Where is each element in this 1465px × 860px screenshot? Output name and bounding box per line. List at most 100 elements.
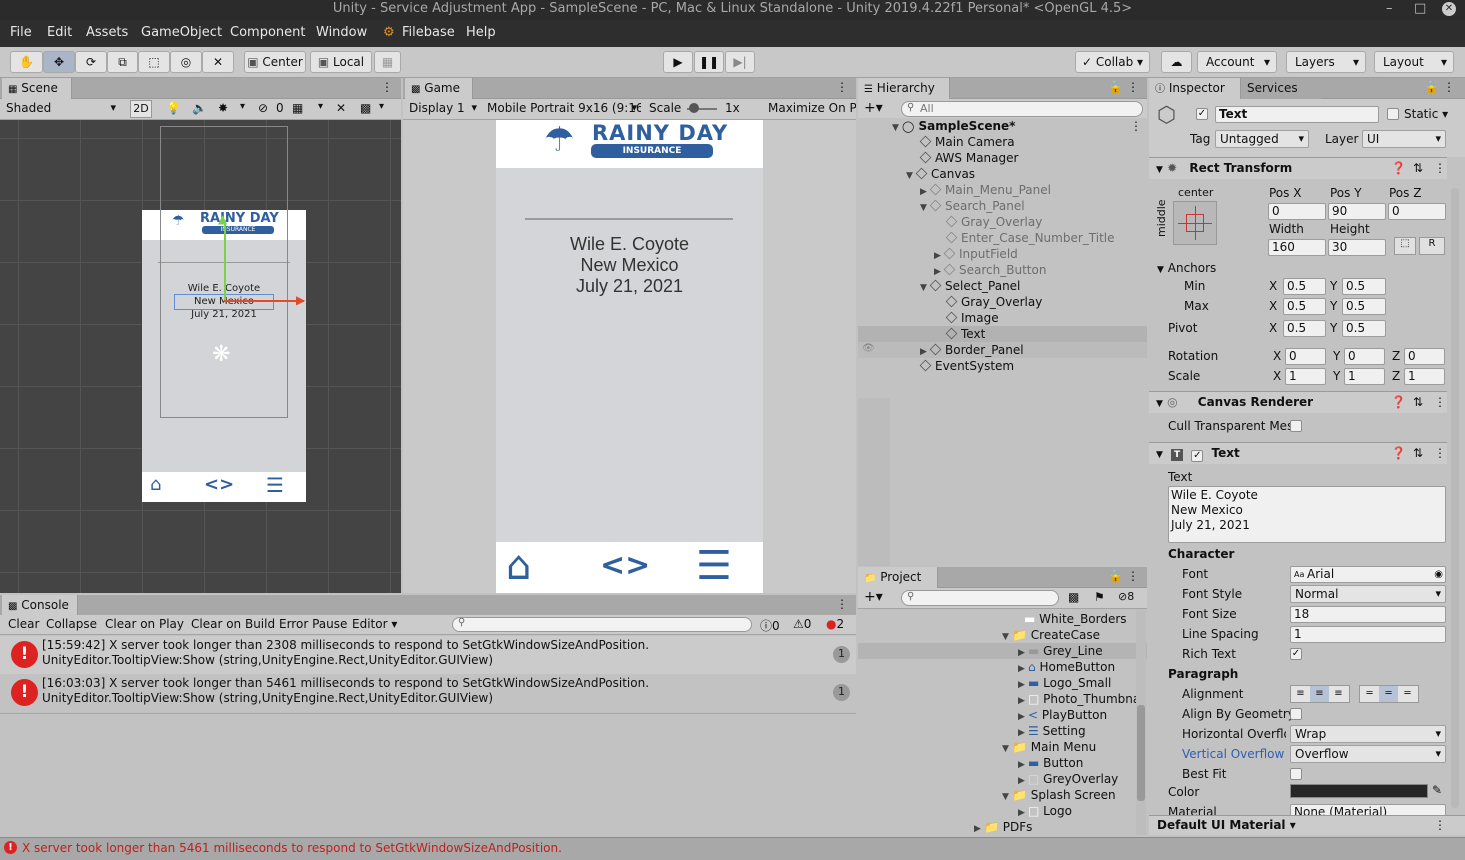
project-item-button[interactable]: ▶ ▬ Button <box>1018 755 1083 771</box>
hand-tool-icon[interactable]: ✋ <box>10 51 43 73</box>
hierarchy-search-input[interactable]: All <box>901 101 1143 117</box>
scale-z-field[interactable]: 1 <box>1404 368 1445 385</box>
custom-tool-icon[interactable]: ✕ <box>202 51 234 73</box>
posx-field[interactable]: 0 <box>1268 203 1326 220</box>
component-menu-icon[interactable]: ⋮ <box>1434 158 1446 179</box>
project-item-logo[interactable]: ▶ □ Logo <box>1018 803 1072 819</box>
maximize-on-play-toggle[interactable]: Maximize On Pl <box>768 101 856 115</box>
rect-tool-icon[interactable]: ⬚ <box>138 51 170 73</box>
grid-icon[interactable]: ▦ <box>292 101 303 115</box>
create-add-icon[interactable]: +▾ <box>864 589 883 605</box>
hierarchy-item-main-menu-panel[interactable]: ▶ Main_Menu_Panel <box>858 182 1147 198</box>
anchor-max-x-field[interactable]: 0.5 <box>1283 298 1326 315</box>
align-bottom-icon[interactable]: ═ <box>1398 686 1417 702</box>
move-arrow-y-icon[interactable]: ▲ <box>218 212 227 226</box>
step-button[interactable]: ▶| <box>725 51 755 73</box>
font-field[interactable]: Aa Arial ◉ <box>1290 566 1446 583</box>
hierarchy-item-canvas[interactable]: ▼ Canvas <box>858 166 1147 182</box>
text-enabled-checkbox[interactable]: ✓ <box>1191 450 1204 462</box>
console-warning-toggle[interactable]: ⚠0 <box>793 617 811 631</box>
scene-viewport[interactable]: ☂ RAINY DAY INSURANCE Wile E. Coyote New… <box>0 120 401 593</box>
object-name-input[interactable]: Text <box>1215 106 1379 123</box>
project-item-photo-thumbnail[interactable]: ▶ □ Photo_Thumbna <box>1018 691 1146 707</box>
account-dropdown[interactable]: Account ▾ <box>1197 51 1277 73</box>
project-item-logo-small[interactable]: ▶ ▬ Logo_Small <box>1018 675 1111 691</box>
code-nav-icon[interactable]: <> <box>600 548 650 584</box>
lighting-icon[interactable]: 💡 <box>166 101 181 115</box>
component-menu-icon[interactable]: ⋮ <box>1434 818 1446 832</box>
component-menu-icon[interactable]: ⋮ <box>1434 443 1446 464</box>
font-style-dropdown[interactable]: Normal <box>1290 585 1446 603</box>
transform-tool-icon[interactable]: ◎ <box>170 51 202 73</box>
height-field[interactable]: 30 <box>1328 239 1386 256</box>
layout-dropdown[interactable]: Layout ▾ <box>1374 51 1454 73</box>
blueprint-mode-icon[interactable]: ⬚ <box>1394 237 1416 255</box>
home-icon[interactable]: ⌂ <box>506 544 531 588</box>
hierarchy-item-enter-case-number-title[interactable]: Enter_Case_Number_Title <box>858 230 1147 246</box>
static-label[interactable]: Static ▾ <box>1404 107 1448 121</box>
active-checkbox[interactable]: ✓ <box>1196 108 1208 120</box>
hierarchy-item-main-camera[interactable]: Main Camera <box>858 134 1147 150</box>
text-content-textarea[interactable]: Wile E. Coyote New Mexico July 21, 2021 <box>1168 486 1446 543</box>
rotation-y-field[interactable]: 0 <box>1344 348 1385 365</box>
camera-icon[interactable]: ▩ <box>360 101 371 115</box>
hierarchy-item-border-panel[interactable]: ▶ Border_Panel <box>858 342 1147 358</box>
best-fit-checkbox[interactable] <box>1290 768 1302 780</box>
scale-slider-handle[interactable] <box>689 103 699 113</box>
vertical-alignment-group[interactable]: ═ ═ ═ <box>1359 685 1419 703</box>
hierarchy-item-gray-overlay-dim[interactable]: Gray_Overlay <box>858 214 1147 230</box>
align-right-icon[interactable]: ≡ <box>1329 686 1348 702</box>
resolution-dropdown[interactable]: Mobile Portrait 9x16 (9:16 <box>483 100 641 118</box>
lock-icon[interactable]: 🔒 <box>1108 80 1123 94</box>
close-button[interactable]: ✕ <box>1442 2 1456 16</box>
project-scrollbar-thumb[interactable] <box>1137 705 1145 801</box>
menu-file[interactable]: File <box>10 25 32 40</box>
hierarchy-item-select-panel[interactable]: ▼ Select_Panel <box>858 278 1147 294</box>
help-icon[interactable]: ❓ <box>1391 392 1406 413</box>
project-search-input[interactable] <box>901 590 1059 606</box>
panel-menu-icon[interactable]: ⋮ <box>381 80 393 94</box>
align-left-icon[interactable]: ≡ <box>1291 686 1310 702</box>
line-spacing-field[interactable]: 1 <box>1290 626 1446 643</box>
rotation-z-field[interactable]: 0 <box>1404 348 1445 365</box>
minimize-button[interactable]: – <box>1386 0 1393 18</box>
maximize-button[interactable]: □ <box>1414 0 1426 18</box>
menu-window[interactable]: Window <box>316 25 367 40</box>
console-collapse-button[interactable]: Collapse <box>46 617 97 631</box>
hierarchy-item-text[interactable]: Text <box>858 326 1147 342</box>
hierarchy-item-search-button[interactable]: ▶ Search_Button <box>858 262 1147 278</box>
object-picker-icon[interactable]: ◉ <box>1434 567 1443 582</box>
filter-type-icon[interactable]: ▩ <box>1068 590 1079 604</box>
anchor-preset-button[interactable] <box>1173 201 1217 245</box>
tab-inspector[interactable]: ⓘ Inspector <box>1149 78 1241 99</box>
pause-button[interactable]: ❚❚ <box>694 51 724 73</box>
shading-mode-dropdown[interactable]: Shaded <box>2 100 120 118</box>
project-item-grey-line[interactable]: ▶ ▬ Grey_Line <box>1018 643 1103 659</box>
pivot-y-field[interactable]: 0.5 <box>1342 320 1386 337</box>
component-menu-icon[interactable]: ⋮ <box>1434 392 1446 413</box>
raw-edit-button[interactable]: R <box>1419 237 1445 255</box>
console-search-input[interactable] <box>452 617 752 632</box>
posz-field[interactable]: 0 <box>1388 203 1446 220</box>
console-info-toggle[interactable]: ⓘ0 <box>760 617 780 634</box>
tab-project[interactable]: 📁 Project <box>858 567 938 588</box>
horizontal-alignment-group[interactable]: ≡ ≡ ≡ <box>1290 685 1350 703</box>
cloud-icon[interactable]: ☁ <box>1161 51 1192 73</box>
text-component-header[interactable]: ▼ T ✓ Text ❓ ⇅ ⋮ <box>1149 442 1447 464</box>
status-message[interactable]: X server took longer than 5461 milliseco… <box>22 841 562 855</box>
width-field[interactable]: 160 <box>1268 239 1326 256</box>
tab-console[interactable]: ▩ Console <box>2 595 78 616</box>
hidden-packages-icon[interactable]: ⊘8 <box>1118 590 1134 603</box>
rotate-tool-icon[interactable]: ⟳ <box>75 51 107 73</box>
hierarchy-item-search-panel[interactable]: ▼ Search_Panel <box>858 198 1147 214</box>
presets-icon[interactable]: ⇅ <box>1413 443 1423 464</box>
collab-dropdown[interactable]: ✓ Collab ▾ <box>1075 51 1150 73</box>
layers-dropdown[interactable]: Layers ▾ <box>1286 51 1366 73</box>
vertical-overflow-dropdown[interactable]: Overflow <box>1290 745 1446 763</box>
tag-dropdown[interactable]: Untagged <box>1215 130 1309 148</box>
anchor-min-y-field[interactable]: 0.5 <box>1342 278 1386 295</box>
menu-assets[interactable]: Assets <box>86 25 128 40</box>
anchor-max-y-field[interactable]: 0.5 <box>1342 298 1386 315</box>
pivot-center-toggle[interactable]: ▣ Center <box>244 51 306 73</box>
font-size-field[interactable]: 18 <box>1290 606 1446 623</box>
